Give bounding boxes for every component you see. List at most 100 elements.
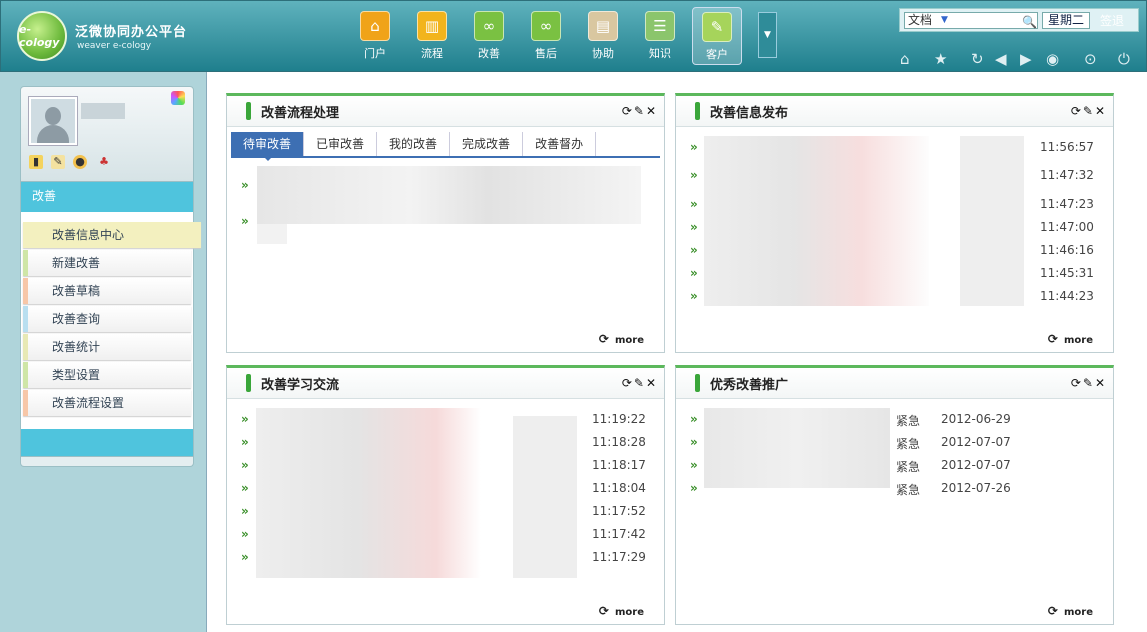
panel-study: 改善学习交流 ⟳✎✕ » 11:19:22 » 11:18:28 » 11:18:17… xyxy=(226,365,665,625)
search-type-value: 文档 xyxy=(908,13,933,27)
chart-icon: ▥ xyxy=(417,11,447,41)
more-label: more xyxy=(1063,607,1093,618)
double-arrow-icon: » xyxy=(690,243,698,257)
wrench-icon[interactable]: ✎ xyxy=(1083,376,1095,390)
nav-workflow[interactable]: ▥ 流程 xyxy=(407,11,457,61)
list-item[interactable]: » 11:17:29 xyxy=(241,550,661,570)
home-icon[interactable]: ⌂ xyxy=(900,50,910,68)
more-link[interactable]: ⟳ more xyxy=(1048,604,1093,618)
list-item[interactable]: » 11:47:00 xyxy=(690,220,1110,240)
tab-supervise[interactable]: 改善督办 xyxy=(523,132,597,156)
refresh-icon[interactable]: ⟳ xyxy=(622,104,634,118)
wrench-icon[interactable]: ✎ xyxy=(634,376,646,390)
item-time: 11:45:31 xyxy=(1040,266,1094,280)
star-icon[interactable]: ★ xyxy=(934,50,947,68)
more-link[interactable]: ⟳ more xyxy=(599,332,644,346)
list-item[interactable]: » 11:44:23 xyxy=(690,289,1110,309)
item-time: 11:47:23 xyxy=(1040,197,1094,211)
list-item[interactable]: » 11:17:42 xyxy=(241,527,661,547)
tab-completed[interactable]: 完成改善 xyxy=(450,132,524,156)
signout-link[interactable]: 签退 xyxy=(1100,12,1124,29)
sidebar-item-query[interactable]: 改善查询 xyxy=(23,306,191,332)
item-time: 11:47:32 xyxy=(1040,168,1094,182)
list-item[interactable]: » 紧急 2012-07-07 xyxy=(690,435,1110,455)
list-item[interactable]: » 11:45:31 xyxy=(690,266,1110,286)
note-icon[interactable]: ✎ xyxy=(51,155,65,169)
sidebar-item-drafts[interactable]: 改善草稿 xyxy=(23,278,191,304)
item-time: 11:18:04 xyxy=(592,481,646,495)
org-chart-icon[interactable]: ♣ xyxy=(97,155,111,169)
nav-assist[interactable]: ▤ 协助 xyxy=(578,11,628,61)
search-icon[interactable]: 🔍 xyxy=(1022,15,1037,30)
double-arrow-icon: » xyxy=(241,435,249,449)
list-item[interactable]: » 11:18:28 xyxy=(241,435,661,455)
logo-text: e-cology xyxy=(19,23,60,49)
list-item[interactable]: » 11:18:17 xyxy=(241,458,661,478)
double-arrow-icon: » xyxy=(241,550,249,564)
refresh-icon[interactable]: ⟳ xyxy=(1071,376,1083,390)
nav-knowledge[interactable]: ☰ 知识 xyxy=(635,11,685,61)
refresh-icon[interactable]: ↻ xyxy=(971,50,984,68)
globe-icon[interactable]: ◉ xyxy=(1046,50,1059,68)
list-item[interactable]: » 11:17:52 xyxy=(241,504,661,524)
double-arrow-icon: » xyxy=(690,481,698,495)
urgency-badge: 紧急 xyxy=(896,414,921,428)
dropdown-arrow-icon: ▼ xyxy=(941,15,948,25)
list-item[interactable]: » 紧急 2012-06-29 xyxy=(690,412,1110,432)
search-type-select[interactable]: 文档 ▼ 🔍 xyxy=(904,12,1038,29)
sidebar-item-flow-settings[interactable]: 改善流程设置 xyxy=(23,390,191,416)
back-icon[interactable]: ◀ xyxy=(995,50,1007,68)
panel-title: 改善学习交流 xyxy=(261,378,340,393)
item-date: 2012-07-26 xyxy=(941,481,1011,495)
double-arrow-icon: » xyxy=(241,214,249,228)
panel-tools: ⟳✎✕ xyxy=(1071,104,1107,118)
double-arrow-icon: » xyxy=(690,289,698,303)
theme-color-icon[interactable] xyxy=(171,91,185,105)
avatar[interactable] xyxy=(28,96,78,146)
refresh-icon[interactable]: ⟳ xyxy=(1071,104,1083,118)
close-icon[interactable]: ✕ xyxy=(1095,104,1107,118)
tab-pending[interactable]: 待审改善 xyxy=(231,132,305,161)
lock-icon[interactable]: ● xyxy=(73,155,87,169)
refresh-icon: ⟳ xyxy=(598,332,609,346)
settings-icon[interactable]: ⊙ xyxy=(1084,50,1097,68)
more-link[interactable]: ⟳ more xyxy=(599,604,644,618)
nav-improve[interactable]: ∞ 改善 xyxy=(464,11,514,61)
item-time: 11:46:16 xyxy=(1040,243,1094,257)
list-item[interactable]: » 11:46:16 xyxy=(690,243,1110,263)
more-link[interactable]: ⟳ more xyxy=(1048,332,1093,346)
double-arrow-icon: » xyxy=(690,412,698,426)
item-time: 11:17:52 xyxy=(592,504,646,518)
sidebar-item-new-improve[interactable]: 新建改善 xyxy=(23,250,191,276)
wrench-icon[interactable]: ✎ xyxy=(634,104,646,118)
nav-aftersales[interactable]: ∞ 售后 xyxy=(521,11,571,61)
refresh-icon: ⟳ xyxy=(1047,604,1058,618)
nav-more-button[interactable]: ▼ xyxy=(758,12,777,58)
item-time: 11:18:28 xyxy=(592,435,646,449)
list-item[interactable]: » 11:19:22 xyxy=(241,412,661,432)
tab-mine[interactable]: 我的改善 xyxy=(377,132,451,156)
nav-customer[interactable]: ✎ 客户 xyxy=(692,7,742,65)
nav-label: 改善 xyxy=(478,47,500,60)
wrench-icon[interactable]: ✎ xyxy=(1083,104,1095,118)
sidebar-item-improve-center[interactable]: 改善信息中心 xyxy=(23,222,201,248)
nav-portal[interactable]: ⌂ 门户 xyxy=(350,11,400,61)
list-item[interactable]: » 11:47:23 xyxy=(690,197,1110,217)
list-item[interactable]: » 紧急 2012-07-07 xyxy=(690,458,1110,478)
power-icon[interactable]: ⏻ xyxy=(1118,50,1130,68)
nav-label: 流程 xyxy=(421,47,443,60)
sidebar-item-type-settings[interactable]: 类型设置 xyxy=(23,362,191,388)
menu-section-title[interactable]: 改善 xyxy=(20,182,194,212)
list-item[interactable]: » 紧急 2012-07-26 xyxy=(690,481,1110,501)
refresh-icon[interactable]: ⟳ xyxy=(622,376,634,390)
tab-reviewed[interactable]: 已审改善 xyxy=(304,132,378,156)
list-item[interactable]: » 11:18:04 xyxy=(241,481,661,501)
close-icon[interactable]: ✕ xyxy=(1095,376,1107,390)
book-icon[interactable]: ▮ xyxy=(29,155,43,169)
sidebar-item-statistics[interactable]: 改善统计 xyxy=(23,334,191,360)
close-icon[interactable]: ✕ xyxy=(646,376,658,390)
forward-icon[interactable]: ▶ xyxy=(1020,50,1032,68)
list-item[interactable]: » 11:47:32 xyxy=(690,168,1110,188)
close-icon[interactable]: ✕ xyxy=(646,104,658,118)
list-item[interactable]: » 11:56:57 xyxy=(690,140,1110,160)
